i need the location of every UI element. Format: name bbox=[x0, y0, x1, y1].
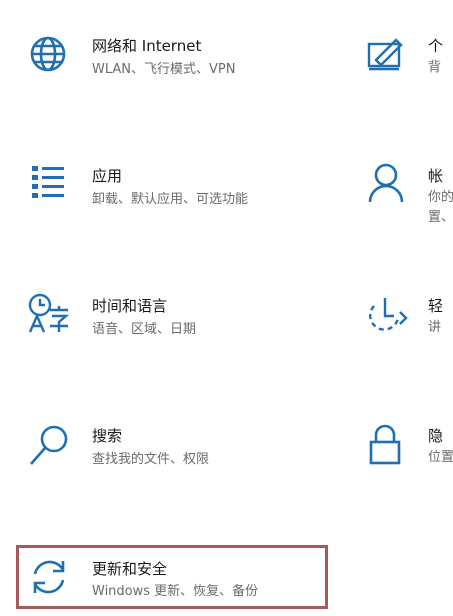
tile-ease-of-access[interactable]: 轻 讲 bbox=[360, 290, 453, 350]
tile-description: 语音、区域、日期 bbox=[92, 322, 197, 337]
privacy-lock-icon bbox=[368, 424, 402, 466]
tile-personalization[interactable]: 个 背 bbox=[360, 30, 453, 90]
tile-description: 讲 bbox=[428, 320, 442, 335]
tile-title: 帐 bbox=[428, 167, 444, 185]
update-sync-icon bbox=[28, 556, 70, 598]
search-icon bbox=[26, 422, 72, 468]
tile-title: 应用 bbox=[92, 167, 123, 185]
tile-privacy[interactable]: 隐 位置 bbox=[360, 420, 453, 480]
account-icon bbox=[366, 162, 406, 204]
tile-description: 背 bbox=[428, 60, 442, 75]
tile-description: 查找我的文件、权限 bbox=[92, 452, 210, 467]
apps-list-icon bbox=[30, 164, 66, 200]
tile-description: 你的 bbox=[428, 190, 453, 205]
tile-description: WLAN、飞行模式、VPN bbox=[92, 62, 236, 77]
tile-title: 搜索 bbox=[92, 427, 123, 445]
tile-description: 位置 bbox=[428, 450, 453, 465]
tile-network[interactable]: 网络和 Internet WLAN、飞行模式、VPN bbox=[20, 30, 320, 90]
tile-description-line2: 置、 bbox=[428, 210, 453, 225]
tile-description: Windows 更新、恢复、备份 bbox=[92, 584, 259, 599]
tile-title: 隐 bbox=[428, 427, 444, 445]
tile-search[interactable]: 搜索 查找我的文件、权限 bbox=[20, 420, 320, 480]
tile-title: 个 bbox=[428, 37, 444, 55]
globe-icon bbox=[28, 34, 68, 74]
time-language-icon bbox=[26, 292, 72, 336]
ease-of-access-icon bbox=[364, 294, 408, 334]
tile-accounts[interactable]: 帐 你的 置、 bbox=[360, 160, 453, 230]
tile-time-language[interactable]: 时间和语言 语音、区域、日期 bbox=[20, 290, 320, 350]
personalization-icon bbox=[366, 36, 406, 72]
tile-title: 轻 bbox=[428, 297, 444, 315]
tile-apps[interactable]: 应用 卸载、默认应用、可选功能 bbox=[20, 160, 320, 220]
tile-title: 网络和 Internet bbox=[92, 37, 202, 55]
tile-title: 时间和语言 bbox=[92, 297, 168, 315]
tile-description: 卸载、默认应用、可选功能 bbox=[92, 192, 249, 207]
tile-update-security[interactable]: 更新和安全 Windows 更新、恢复、备份 bbox=[20, 550, 325, 606]
tile-title: 更新和安全 bbox=[92, 560, 168, 578]
